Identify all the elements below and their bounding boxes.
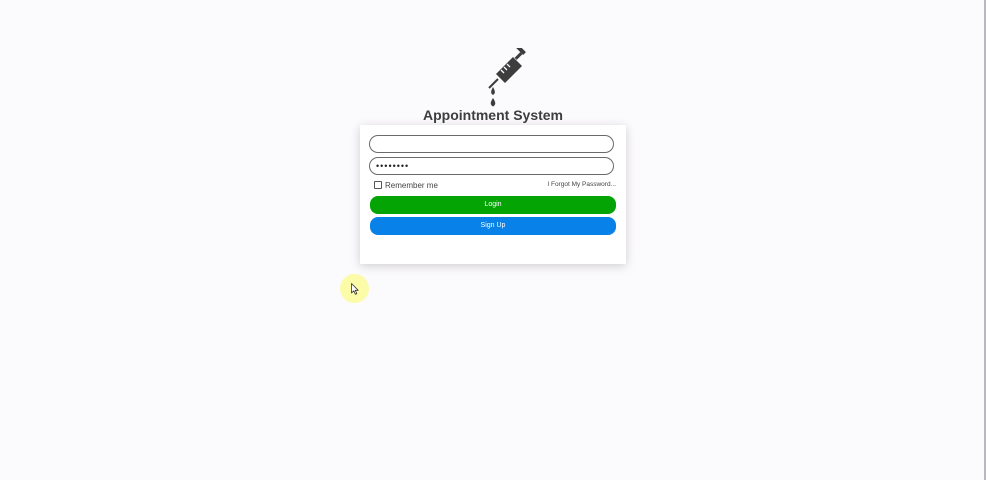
remember-me-label: Remember me: [385, 180, 438, 190]
remember-me[interactable]: Remember me: [374, 180, 438, 190]
syringe-icon: [488, 48, 526, 107]
password-input[interactable]: [369, 157, 614, 175]
signup-button[interactable]: Sign Up: [370, 217, 616, 235]
login-card: Remember me I Forgot My Password... Logi…: [360, 125, 626, 264]
username-input[interactable]: [369, 135, 614, 153]
app-title: Appointment System: [422, 107, 563, 123]
login-page: Appointment System Remember me I Forgot …: [0, 0, 986, 480]
remember-me-checkbox[interactable]: [374, 181, 382, 189]
login-button[interactable]: Login: [370, 196, 616, 214]
mouse-pointer-icon: [351, 283, 359, 295]
forgot-password-link[interactable]: I Forgot My Password...: [547, 180, 616, 189]
